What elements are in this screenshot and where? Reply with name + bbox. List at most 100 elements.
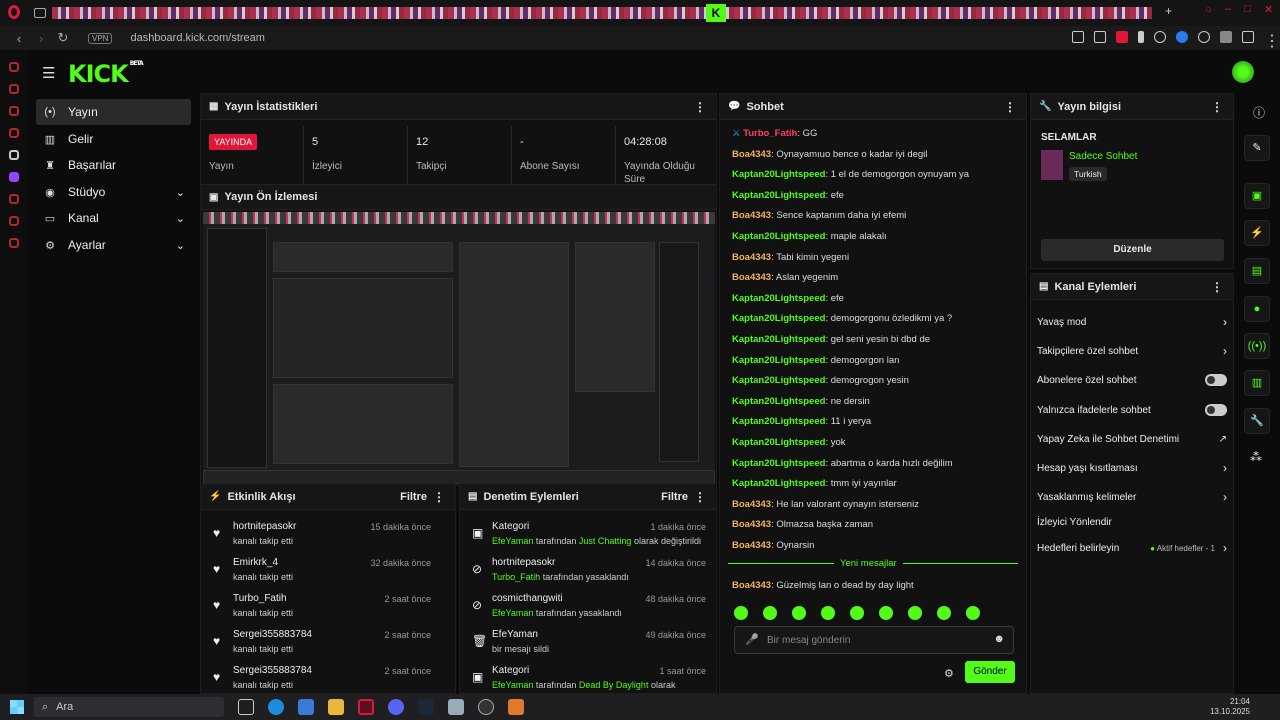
- action-ai-moderation[interactable]: Yapay Zeka ile Sohbet Denetimi ↗: [1037, 429, 1227, 449]
- emote-only-toggle[interactable]: [1205, 404, 1227, 416]
- send-button[interactable]: Gönder: [965, 661, 1015, 683]
- explorer-icon[interactable]: [328, 699, 344, 715]
- stream-preview[interactable]: [203, 212, 715, 484]
- chat-input[interactable]: 🎤 Bir mesaj gönderin ☻: [734, 626, 1014, 654]
- maximize-icon[interactable]: □: [1244, 3, 1251, 15]
- sidebar-clock-icon[interactable]: [9, 216, 19, 226]
- chat-username[interactable]: Turbo_Fatih: [743, 128, 797, 139]
- rail-preview-button[interactable]: ▣: [1244, 183, 1270, 209]
- emote-icon[interactable]: [966, 606, 980, 620]
- chat-username[interactable]: Kaptan20Lightspeed: [732, 190, 825, 201]
- rail-activity-button[interactable]: ⚡: [1244, 220, 1270, 246]
- action-banned-words[interactable]: Yasaklanmış kelimeler ›: [1037, 487, 1227, 507]
- system-clock[interactable]: 21:04 13.10.2025: [1210, 697, 1250, 717]
- close-window-icon[interactable]: ✕: [1264, 3, 1273, 16]
- chat-username[interactable]: Kaptan20Lightspeed: [732, 334, 825, 345]
- chat-username[interactable]: Boa4343: [732, 252, 771, 263]
- extensions-icon[interactable]: [1198, 31, 1210, 43]
- steam-icon[interactable]: [418, 699, 434, 715]
- rail-moderation-button[interactable]: ▤: [1244, 258, 1270, 284]
- rail-broadcast-button[interactable]: ((•)): [1244, 333, 1270, 359]
- chat-username[interactable]: Kaptan20Lightspeed: [732, 458, 825, 469]
- edit-button[interactable]: Düzenle: [1041, 239, 1224, 261]
- chat-username[interactable]: Boa4343: [732, 149, 771, 160]
- more-options-icon[interactable]: ⋮: [1211, 100, 1223, 114]
- filter-button[interactable]: Filtre: [400, 491, 427, 503]
- url-field[interactable]: dashboard.kick.com/stream: [130, 32, 265, 44]
- discord-icon[interactable]: [388, 699, 404, 715]
- app-orange-icon[interactable]: [508, 699, 524, 715]
- menu-icon[interactable]: ☰: [42, 64, 56, 82]
- sidebar-apps-icon[interactable]: [9, 62, 19, 72]
- category-name[interactable]: Sadece Sohbet: [1069, 151, 1137, 162]
- back-icon[interactable]: ‹: [10, 31, 28, 46]
- forward-icon[interactable]: ›: [32, 31, 50, 46]
- action-followers-only[interactable]: Takipçilere özel sohbet ›: [1037, 341, 1227, 361]
- task-view-icon[interactable]: [238, 699, 254, 715]
- emote-icon[interactable]: [908, 606, 922, 620]
- rail-chat-button[interactable]: ●: [1244, 296, 1270, 322]
- action-subscribers-only[interactable]: Abonelere özel sohbet: [1037, 370, 1227, 390]
- screenshot-icon[interactable]: [1072, 31, 1084, 43]
- opera-logo-icon[interactable]: [8, 5, 20, 19]
- minimize-icon[interactable]: –: [1225, 3, 1231, 15]
- info-icon[interactable]: ⓘ: [1253, 104, 1265, 121]
- chat-username[interactable]: Kaptan20Lightspeed: [732, 375, 825, 386]
- emote-icon[interactable]: [763, 606, 777, 620]
- action-emote-only[interactable]: Yalnızca ifadelerle sohbet: [1037, 400, 1227, 420]
- tab-bar[interactable]: [52, 7, 1152, 19]
- chat-settings-icon[interactable]: ⚙: [944, 667, 954, 680]
- nav-item-ayarlar[interactable]: ⚙ Ayarlar ⌄: [36, 232, 191, 258]
- chat-username[interactable]: Kaptan20Lightspeed: [732, 355, 825, 366]
- emote-icon[interactable]: [734, 606, 748, 620]
- mic-icon[interactable]: 🎤: [745, 633, 759, 646]
- chat-username[interactable]: Boa4343: [732, 210, 771, 221]
- sidebar-kick-icon[interactable]: [9, 150, 19, 160]
- sidebar-music-icon[interactable]: [9, 128, 19, 138]
- chat-username[interactable]: Kaptan20Lightspeed: [732, 313, 825, 324]
- opera-icon[interactable]: [358, 699, 374, 715]
- chat-username[interactable]: Boa4343: [732, 540, 771, 551]
- chat-username[interactable]: Kaptan20Lightspeed: [732, 231, 825, 242]
- chat-username[interactable]: Boa4343: [732, 499, 771, 510]
- sidebar-history-icon[interactable]: [9, 194, 19, 204]
- snapshot-icon[interactable]: [1094, 31, 1106, 43]
- store-icon[interactable]: [298, 699, 314, 715]
- widgets-icon[interactable]: ⁂: [1250, 450, 1262, 464]
- download-icon[interactable]: [1242, 31, 1254, 43]
- new-tab-icon[interactable]: +: [1165, 4, 1172, 18]
- sidebar-messenger-icon[interactable]: [9, 106, 19, 116]
- emote-icon[interactable]: [937, 606, 951, 620]
- more-options-icon[interactable]: ⋮: [694, 100, 706, 114]
- nav-item-yayin[interactable]: (•) Yayın: [36, 99, 191, 125]
- windows-start-icon[interactable]: [10, 700, 24, 714]
- chat-username[interactable]: Kaptan20Lightspeed: [732, 437, 825, 448]
- rail-edit-button[interactable]: ✎: [1244, 135, 1270, 161]
- sidebar-aria-icon[interactable]: [9, 84, 19, 94]
- nav-item-kanal[interactable]: ▭ Kanal ⌄: [36, 205, 191, 231]
- emote-icon[interactable]: [879, 606, 893, 620]
- heart-icon[interactable]: [1154, 31, 1166, 43]
- emote-icon[interactable]: [850, 606, 864, 620]
- chat-username[interactable]: Kaptan20Lightspeed: [732, 396, 825, 407]
- nav-item-studyo[interactable]: ◉ Stüdyo ⌄: [36, 179, 191, 205]
- chat-username[interactable]: Kaptan20Lightspeed: [732, 416, 825, 427]
- tab-list-icon[interactable]: [34, 8, 46, 18]
- play-icon[interactable]: [1138, 31, 1144, 43]
- taskbar-search[interactable]: ⌕ Ara: [34, 697, 224, 717]
- emoji-icon[interactable]: ☻: [993, 633, 1005, 645]
- avatar[interactable]: [1232, 61, 1254, 83]
- more-options-icon[interactable]: ⋮: [694, 490, 706, 504]
- profile-icon[interactable]: [1220, 31, 1232, 43]
- sidebar-settings-icon[interactable]: [9, 238, 19, 248]
- rail-info-button[interactable]: 🔧: [1244, 408, 1270, 434]
- chat-username[interactable]: Boa4343: [732, 519, 771, 530]
- adblock-icon[interactable]: [1116, 31, 1128, 43]
- emote-icon[interactable]: [792, 606, 806, 620]
- app-icon[interactable]: [448, 699, 464, 715]
- chat-username[interactable]: Kaptan20Lightspeed: [732, 478, 825, 489]
- chat-username[interactable]: Kaptan20Lightspeed: [732, 293, 825, 304]
- nav-item-gelir[interactable]: ▥ Gelir: [36, 126, 191, 152]
- reload-icon[interactable]: ↻: [54, 30, 72, 46]
- edge-icon[interactable]: [268, 699, 284, 715]
